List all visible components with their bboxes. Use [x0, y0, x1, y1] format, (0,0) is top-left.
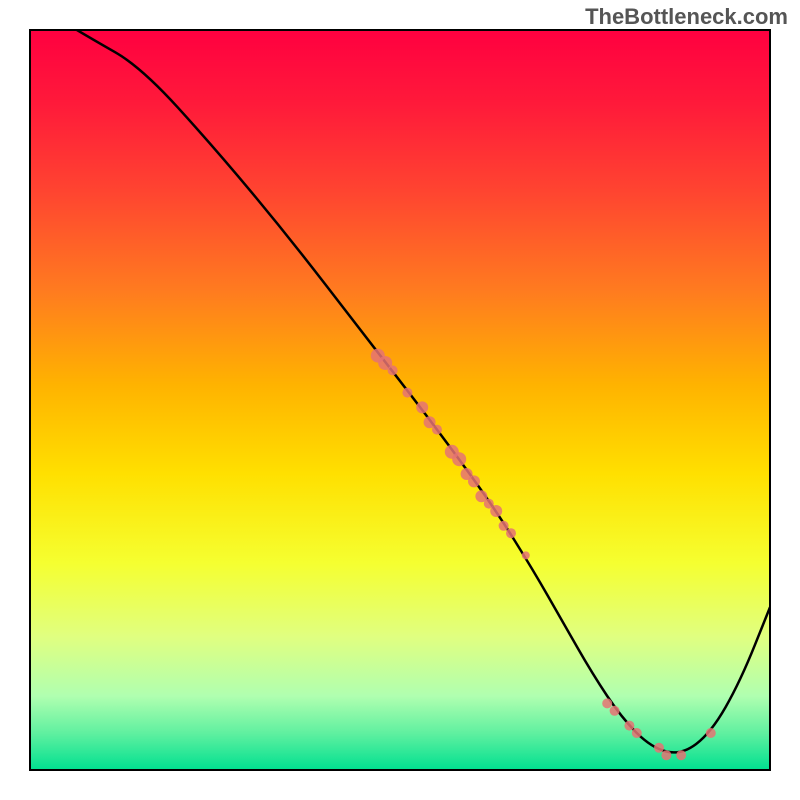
data-point: [706, 728, 716, 738]
data-point: [468, 475, 480, 487]
data-point: [402, 388, 412, 398]
data-point: [522, 551, 530, 559]
watermark-text: TheBottleneck.com: [585, 4, 788, 30]
data-point: [632, 728, 642, 738]
data-point: [452, 452, 466, 466]
data-point: [624, 721, 634, 731]
data-point: [499, 521, 509, 531]
data-point: [388, 365, 398, 375]
data-point: [416, 401, 428, 413]
data-point: [490, 505, 502, 517]
data-point: [610, 706, 620, 716]
chart-canvas: [0, 0, 800, 800]
data-point: [602, 698, 612, 708]
data-point: [676, 750, 686, 760]
data-point: [506, 528, 516, 538]
data-point: [661, 750, 671, 760]
data-point: [432, 425, 442, 435]
gradient-background: [30, 30, 770, 770]
data-point: [654, 743, 664, 753]
